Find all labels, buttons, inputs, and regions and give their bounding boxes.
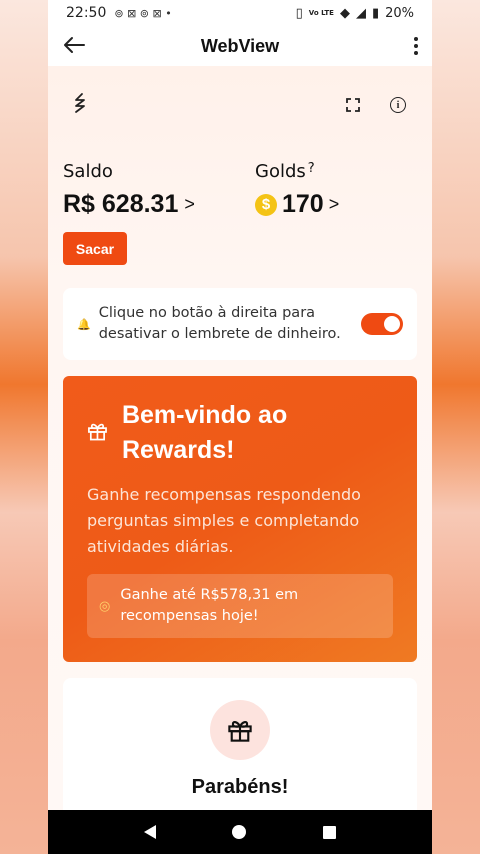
welcome-description: Ganhe recompensas respondendo perguntas … xyxy=(87,485,361,556)
system-nav-bar xyxy=(48,810,432,854)
battery-percent: 20% xyxy=(385,5,414,21)
back-arrow-icon[interactable] xyxy=(62,32,94,60)
app-bar-title: WebView xyxy=(200,35,280,56)
app-bar: WebView xyxy=(48,26,432,66)
golds-amount: 170 xyxy=(282,190,324,218)
info-icon[interactable]: i xyxy=(390,97,406,113)
nav-back-icon[interactable] xyxy=(144,825,157,839)
page-content: i Saldo R$ 628.31 > Golds? $ 170 > Sacar… xyxy=(48,66,432,818)
status-bar: 22:50 ⊚ ⊠ ⊚ ⊠ • ▯ Vo LTE ◆ ◢ ▮ 20% xyxy=(48,0,432,26)
phone-screen: 22:50 ⊚ ⊠ ⊚ ⊠ • ▯ Vo LTE ◆ ◢ ▮ 20% WebVi… xyxy=(48,0,432,854)
help-icon[interactable]: ? xyxy=(308,161,315,176)
bell-icon: 🔔 xyxy=(77,317,91,331)
saldo-label: Saldo xyxy=(63,161,113,182)
background-left xyxy=(0,0,48,854)
background-right xyxy=(432,0,480,854)
promo-text: Ganhe até R$578,31 em recompensas hoje! xyxy=(120,587,299,624)
welcome-card: Bem-vindo ao Rewards! Ganhe recompensas … xyxy=(63,376,417,662)
coins-icon: ◎ xyxy=(99,598,111,614)
nav-recents-icon[interactable] xyxy=(322,825,336,839)
vibrate-icon: ▯ xyxy=(295,5,303,21)
saldo-amount: R$ 628.31 xyxy=(63,190,179,218)
congrats-card: Parabéns! xyxy=(63,678,417,818)
nav-home-icon[interactable] xyxy=(232,825,247,839)
reminder-toggle[interactable] xyxy=(361,313,403,335)
chevron-right-icon: > xyxy=(328,194,340,214)
wifi-icon: ◆ xyxy=(339,5,350,21)
status-time: 22:50 xyxy=(66,5,107,21)
saldo-value-link[interactable]: R$ 628.31 > xyxy=(63,190,195,219)
gift-icon xyxy=(228,720,252,742)
battery-icon: ▮ xyxy=(371,5,380,21)
coin-icon: $ xyxy=(255,193,277,216)
golds-value-link[interactable]: $ 170 > xyxy=(255,190,339,219)
reminder-card: 🔔 Clique no botão à direita para desativ… xyxy=(63,288,417,360)
promo-banner: ◎ Ganhe até R$578,31 em recompensas hoje… xyxy=(87,574,393,638)
golds-label: Golds? xyxy=(255,161,315,182)
fullscreen-icon[interactable] xyxy=(345,97,361,113)
welcome-title: Bem-vindo ao Rewards! xyxy=(121,401,288,464)
page-toolbar: i xyxy=(48,92,432,122)
network-label: Vo LTE xyxy=(308,8,334,17)
brand-logo-icon[interactable] xyxy=(70,92,92,116)
golds-label-text: Golds xyxy=(255,161,306,182)
signal-icon: ◢ xyxy=(355,5,366,21)
notification-icons: ⊚ ⊠ ⊚ ⊠ • xyxy=(114,6,172,20)
gift-icon xyxy=(88,423,107,441)
more-options-icon[interactable] xyxy=(386,37,418,55)
congrats-title: Parabéns! xyxy=(191,776,289,798)
withdraw-button[interactable]: Sacar xyxy=(63,232,127,265)
reminder-text: Clique no botão à direita para desativar… xyxy=(98,305,341,342)
chevron-right-icon: > xyxy=(184,194,195,214)
gift-badge xyxy=(210,700,270,760)
